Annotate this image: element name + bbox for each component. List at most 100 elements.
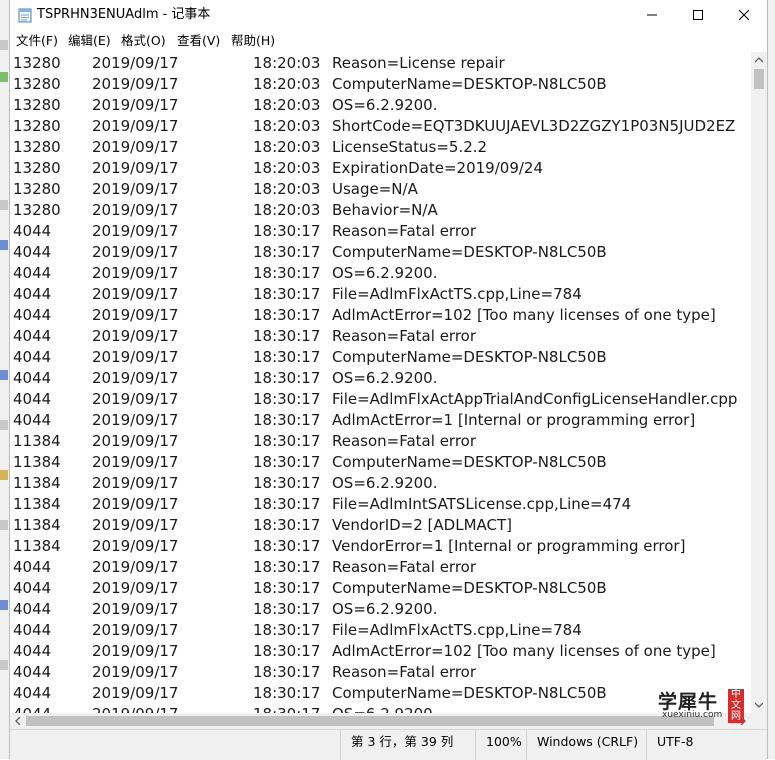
line-time: 18:30:17 xyxy=(253,264,321,282)
notepad-window: TSPRHN3ENUAdlm - 记事本 文件(F) 编辑(E) 格式(O) 查… xyxy=(9,0,768,760)
line-message: File=AdlmFlxActTS.cpp,Line=784 xyxy=(332,621,582,639)
line-time: 18:30:17 xyxy=(253,390,321,408)
minimize-button[interactable] xyxy=(629,0,675,30)
menu-edit[interactable]: 编辑(E) xyxy=(68,32,111,50)
scroll-down-icon[interactable] xyxy=(755,702,763,708)
line-date: 2019/09/17 xyxy=(92,642,179,660)
line-time: 18:30:17 xyxy=(253,432,321,450)
line-time: 18:30:17 xyxy=(253,579,321,597)
line-time: 18:30:17 xyxy=(253,516,321,534)
line-message: AdlmActError=1 [Internal or programming … xyxy=(332,411,696,429)
notepad-icon xyxy=(18,8,32,23)
line-pid: 13280 xyxy=(13,117,61,135)
line-time: 18:30:17 xyxy=(253,453,321,471)
line-date: 2019/09/17 xyxy=(92,432,179,450)
line-time: 18:30:17 xyxy=(253,537,321,555)
line-date: 2019/09/17 xyxy=(92,75,179,93)
title-bar[interactable]: TSPRHN3ENUAdlm - 记事本 xyxy=(10,0,767,30)
line-pid: 13280 xyxy=(13,159,61,177)
line-time: 18:30:17 xyxy=(253,621,321,639)
line-pid: 4044 xyxy=(13,390,52,408)
scroll-left-icon[interactable] xyxy=(15,717,21,725)
scroll-up-icon[interactable] xyxy=(755,57,763,63)
line-pid: 11384 xyxy=(13,495,61,513)
menu-format[interactable]: 格式(O) xyxy=(121,32,166,50)
line-pid: 13280 xyxy=(13,75,61,93)
line-message: AdlmActError=102 [Too many licenses of o… xyxy=(332,306,716,324)
line-pid: 13280 xyxy=(13,96,61,114)
line-time: 18:20:03 xyxy=(253,138,321,156)
line-time: 18:30:17 xyxy=(253,704,320,713)
line-message: File=AdlmFlxActTS.cpp,Line=784 xyxy=(332,285,582,303)
line-time: 18:20:03 xyxy=(253,75,321,93)
line-message: ComputerName=DESKTOP-N8LC50B xyxy=(332,453,607,471)
line-message: ComputerName=DESKTOP-N8LC50B xyxy=(332,579,607,597)
line-date: 2019/09/17 xyxy=(92,96,179,114)
line-pid: 11384 xyxy=(13,537,61,555)
close-icon xyxy=(739,10,749,20)
line-date: 2019/09/17 xyxy=(92,704,178,713)
menu-view[interactable]: 查看(V) xyxy=(177,32,220,50)
line-pid: 11384 xyxy=(13,516,61,534)
line-message: Usage=N/A xyxy=(332,180,418,198)
horizontal-scrollbar[interactable] xyxy=(10,713,751,729)
vertical-scroll-thumb[interactable] xyxy=(754,69,764,89)
line-message: VendorError=1 [Internal or programming e… xyxy=(332,537,686,555)
line-date: 2019/09/17 xyxy=(92,243,179,261)
line-message: Reason=Fatal error xyxy=(332,432,477,450)
line-date: 2019/09/17 xyxy=(92,180,179,198)
line-pid: 4044 xyxy=(13,264,52,282)
line-message: OS=6.2.9200. xyxy=(332,369,438,387)
scrollbar-corner xyxy=(751,713,767,729)
background-icon xyxy=(0,420,8,430)
line-time: 18:30:17 xyxy=(253,306,321,324)
line-pid: 13280 xyxy=(13,201,61,219)
line-time: 18:20:03 xyxy=(253,96,321,114)
status-zoom: 100% xyxy=(475,730,526,760)
menu-help[interactable]: 帮助(H) xyxy=(231,32,275,50)
line-message: VendorID=2 [ADLMACT] xyxy=(332,516,512,534)
close-button[interactable] xyxy=(721,0,767,30)
menu-bar: 文件(F) 编辑(E) 格式(O) 查看(V) 帮助(H) xyxy=(10,30,767,52)
line-message: ComputerName=DESKTOP-N8LC50B xyxy=(332,684,607,702)
line-date: 2019/09/17 xyxy=(92,369,179,387)
vertical-scrollbar[interactable] xyxy=(751,52,767,713)
line-message: OS=6.2.9200. xyxy=(332,600,438,618)
line-message: ComputerName=DESKTOP-N8LC50B xyxy=(332,348,607,366)
line-date: 2019/09/17 xyxy=(92,306,179,324)
line-time: 18:30:17 xyxy=(253,684,321,702)
menu-file[interactable]: 文件(F) xyxy=(16,32,58,50)
line-time: 18:30:17 xyxy=(253,600,321,618)
line-date: 2019/09/17 xyxy=(92,54,179,72)
line-pid: 13280 xyxy=(13,138,61,156)
line-date: 2019/09/17 xyxy=(92,117,179,135)
line-date: 2019/09/17 xyxy=(92,411,179,429)
text-editor[interactable]: 13280 2019/09/17 18:20:03 Reason=License re… xyxy=(10,52,751,713)
watermark-badge: 中文网 xyxy=(728,689,744,723)
line-time: 18:30:17 xyxy=(253,495,321,513)
window-title: TSPRHN3ENUAdlm - 记事本 xyxy=(37,7,211,22)
line-time: 18:30:17 xyxy=(253,411,321,429)
line-date: 2019/09/17 xyxy=(92,201,179,219)
background-icon xyxy=(0,40,8,50)
line-pid: 4044 xyxy=(13,285,52,303)
line-message: File=AdlmIntSATSLicense.cpp,Line=474 xyxy=(332,495,632,513)
maximize-button[interactable] xyxy=(675,0,721,30)
line-date: 2019/09/17 xyxy=(92,495,179,513)
line-message: ComputerName=DESKTOP-N8LC50B xyxy=(332,243,607,261)
background-icon xyxy=(0,660,8,670)
line-date: 2019/09/17 xyxy=(92,222,179,240)
line-time: 18:20:03 xyxy=(253,54,321,72)
line-message: LicenseStatus=5.2.2 xyxy=(332,138,488,156)
line-date: 2019/09/17 xyxy=(92,516,179,534)
line-pid: 13280 xyxy=(13,180,61,198)
line-pid: 4044 xyxy=(13,558,52,576)
background-icon xyxy=(0,72,8,82)
horizontal-scroll-thumb[interactable] xyxy=(26,716,714,726)
line-date: 2019/09/17 xyxy=(92,390,179,408)
line-pid: 4044 xyxy=(13,411,52,429)
line-date: 2019/09/17 xyxy=(92,285,179,303)
background-icon xyxy=(0,600,8,610)
line-time: 18:30:17 xyxy=(253,642,321,660)
minimize-icon xyxy=(647,14,657,16)
